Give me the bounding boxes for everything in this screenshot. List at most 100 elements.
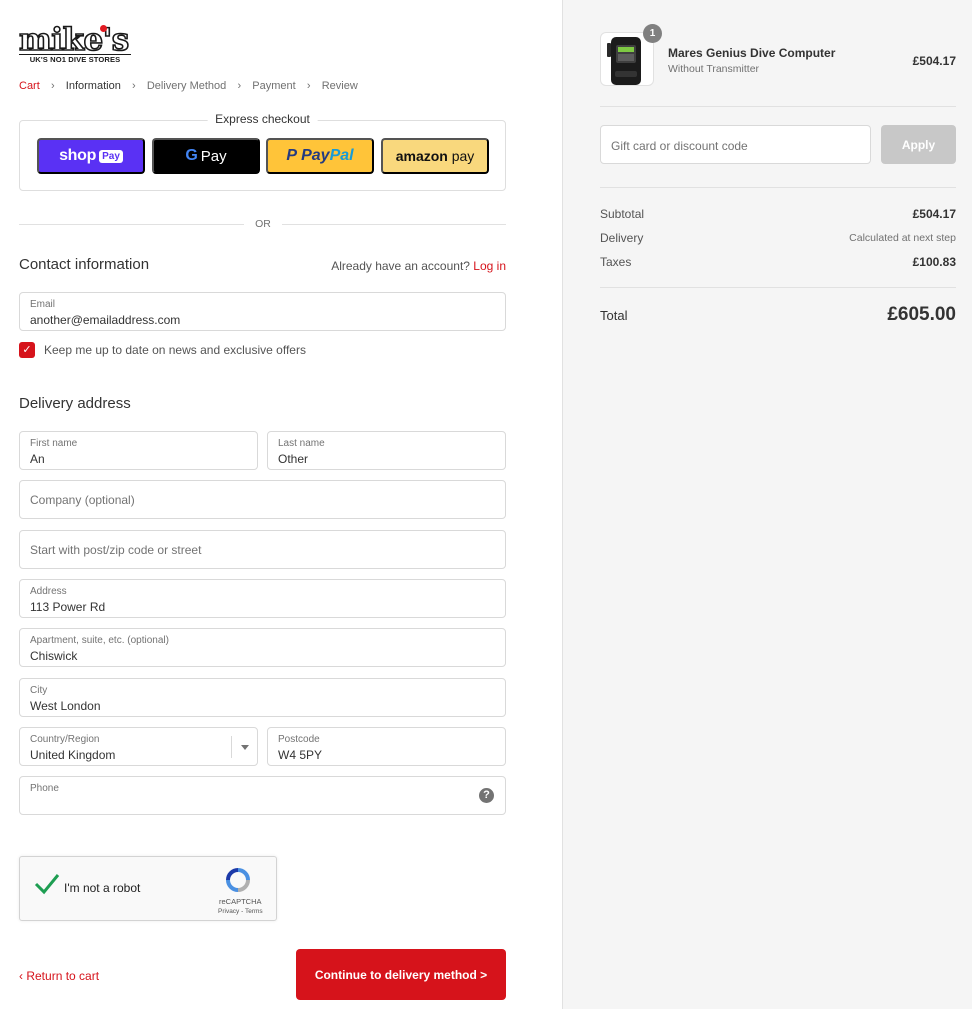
address-field[interactable]: Address 113 Power Rd	[19, 579, 506, 618]
account-prompt-text: Already have an account?	[331, 259, 470, 273]
postcode-field[interactable]: Postcode W4 5PY	[267, 727, 506, 766]
breadcrumb-review: Review	[321, 80, 358, 92]
city-value: West London	[30, 699, 101, 713]
divider	[600, 287, 956, 288]
email-value: another@emailaddress.com	[30, 313, 181, 327]
subtotal-row: Subtotal £504.17	[600, 207, 956, 221]
paypal-icon: P	[286, 147, 298, 164]
paypal-word-pay: Pay	[301, 147, 330, 164]
or-label: OR	[244, 218, 282, 230]
newsletter-checkbox[interactable]: ✓	[19, 342, 35, 358]
country-label: Country/Region	[30, 734, 100, 745]
total-label: Total	[600, 308, 628, 323]
email-field[interactable]: Email another@emailaddress.com	[19, 292, 506, 331]
paypal-button[interactable]: P PayPal	[266, 138, 374, 174]
postcode-label: Postcode	[278, 734, 320, 745]
mikes-logo[interactable]: mike's UK'S NO1 DIVE STORES	[18, 22, 133, 66]
quantity-badge: 1	[643, 24, 662, 43]
login-link[interactable]: Log in	[473, 259, 506, 273]
company-field[interactable]: Company (optional)	[19, 480, 506, 519]
delivery-value: Calculated at next step	[849, 232, 956, 244]
product-name: Mares Genius Dive Computer	[668, 46, 836, 60]
discount-code-input[interactable]: Gift card or discount code	[600, 125, 871, 164]
city-label: City	[30, 685, 48, 696]
subtotal-label: Subtotal	[600, 207, 645, 221]
logo-dot	[100, 25, 107, 32]
divider	[600, 187, 956, 188]
google-g-icon: G	[185, 147, 198, 164]
country-select[interactable]: Country/Region United Kingdom	[19, 727, 258, 766]
checkout-main: mike's UK'S NO1 DIVE STORES Cart › Infor…	[0, 0, 562, 1009]
amazon-word: amazon	[395, 148, 448, 164]
apartment-label: Apartment, suite, etc. (optional)	[30, 635, 169, 646]
paypal-word-pal: Pal	[329, 147, 354, 164]
product-thumbnail: 1	[600, 24, 662, 86]
amazon-pay-word: pay	[447, 148, 475, 164]
first-name-field[interactable]: First name An	[19, 431, 258, 470]
question-circle-icon[interactable]: ?	[479, 788, 494, 803]
chevron-right-icon: ›	[237, 80, 242, 92]
taxes-row: Taxes £100.83	[600, 255, 956, 269]
shop-pay-logo: shop	[59, 147, 97, 164]
express-checkout-title: Express checkout	[207, 112, 318, 126]
return-to-cart-label: Return to cart	[26, 969, 100, 983]
last-name-field[interactable]: Last name Other	[267, 431, 506, 470]
chevron-right-icon: ›	[50, 80, 55, 92]
newsletter-label: Keep me up to date on news and exclusive…	[44, 343, 306, 357]
city-field[interactable]: City West London	[19, 678, 506, 717]
first-name-label: First name	[30, 438, 78, 449]
recaptcha-logo-icon	[226, 868, 250, 892]
return-to-cart-link[interactable]: ‹ Return to cart	[19, 969, 99, 983]
phone-field[interactable]: Phone ?	[19, 776, 506, 815]
country-value: United Kingdom	[30, 748, 116, 762]
recaptcha-widget: I'm not a robot reCAPTCHA Privacy - Term…	[19, 856, 277, 921]
contact-heading: Contact information	[19, 256, 150, 273]
breadcrumb: Cart › Information › Delivery Method › P…	[19, 80, 358, 92]
shop-pay-badge: Pay	[99, 149, 123, 163]
delivery-row: Delivery Calculated at next step	[600, 231, 956, 245]
address-value: 113 Power Rd	[30, 600, 106, 614]
breadcrumb-cart[interactable]: Cart	[19, 80, 40, 92]
logo-wordmark: mike's	[18, 22, 130, 58]
order-summary: 1 Mares Genius Dive Computer Without Tra…	[562, 0, 972, 1009]
apply-discount-button[interactable]: Apply	[881, 125, 956, 164]
logo-tagline: UK'S NO1 DIVE STORES	[19, 54, 131, 64]
captcha-terms[interactable]: Privacy - Terms	[218, 908, 263, 915]
phone-label: Phone	[30, 783, 59, 794]
last-name-label: Last name	[278, 438, 325, 449]
product-price: £504.17	[912, 54, 956, 68]
company-placeholder: Company (optional)	[30, 493, 135, 507]
divider	[600, 106, 956, 107]
product-variant: Without Transmitter	[668, 63, 760, 75]
continue-to-delivery-button[interactable]: Continue to delivery method >	[296, 949, 506, 1000]
amazon-pay-button[interactable]: amazon pay	[381, 138, 489, 174]
address-lookup-field[interactable]: Start with post/zip code or street	[19, 530, 506, 569]
chevron-down-icon	[231, 736, 257, 758]
chevron-right-icon: ›	[131, 80, 136, 92]
captcha-label: I'm not a robot	[64, 881, 141, 895]
apartment-value: Chiswick	[30, 649, 78, 663]
captcha-brand: reCAPTCHA	[219, 897, 262, 906]
taxes-value: £100.83	[912, 255, 956, 269]
amazon-pay-wordmark: amazon pay	[396, 148, 475, 164]
taxes-label: Taxes	[600, 255, 632, 269]
total-value: £605.00	[887, 304, 956, 325]
discount-code-placeholder: Gift card or discount code	[611, 139, 748, 153]
breadcrumb-payment: Payment	[252, 80, 296, 92]
address-label: Address	[30, 586, 67, 597]
captcha-checkmark-icon[interactable]	[34, 871, 60, 897]
account-prompt: Already have an account? Log in	[331, 259, 506, 273]
express-checkout: Express checkout shop Pay G Pay P PayPal…	[19, 112, 506, 191]
subtotal-value: £504.17	[912, 207, 956, 221]
google-pay-button[interactable]: G Pay	[152, 138, 260, 174]
chevron-right-icon: ›	[306, 80, 311, 92]
delivery-heading: Delivery address	[19, 395, 131, 412]
apartment-field[interactable]: Apartment, suite, etc. (optional) Chiswi…	[19, 628, 506, 667]
address-lookup-placeholder: Start with post/zip code or street	[30, 543, 202, 557]
shop-pay-button[interactable]: shop Pay	[37, 138, 145, 174]
google-pay-label: Pay	[200, 147, 227, 165]
paypal-wordmark: PayPal	[301, 147, 353, 165]
email-label: Email	[30, 299, 56, 310]
breadcrumb-information: Information	[65, 80, 121, 92]
last-name-value: Other	[278, 452, 309, 466]
